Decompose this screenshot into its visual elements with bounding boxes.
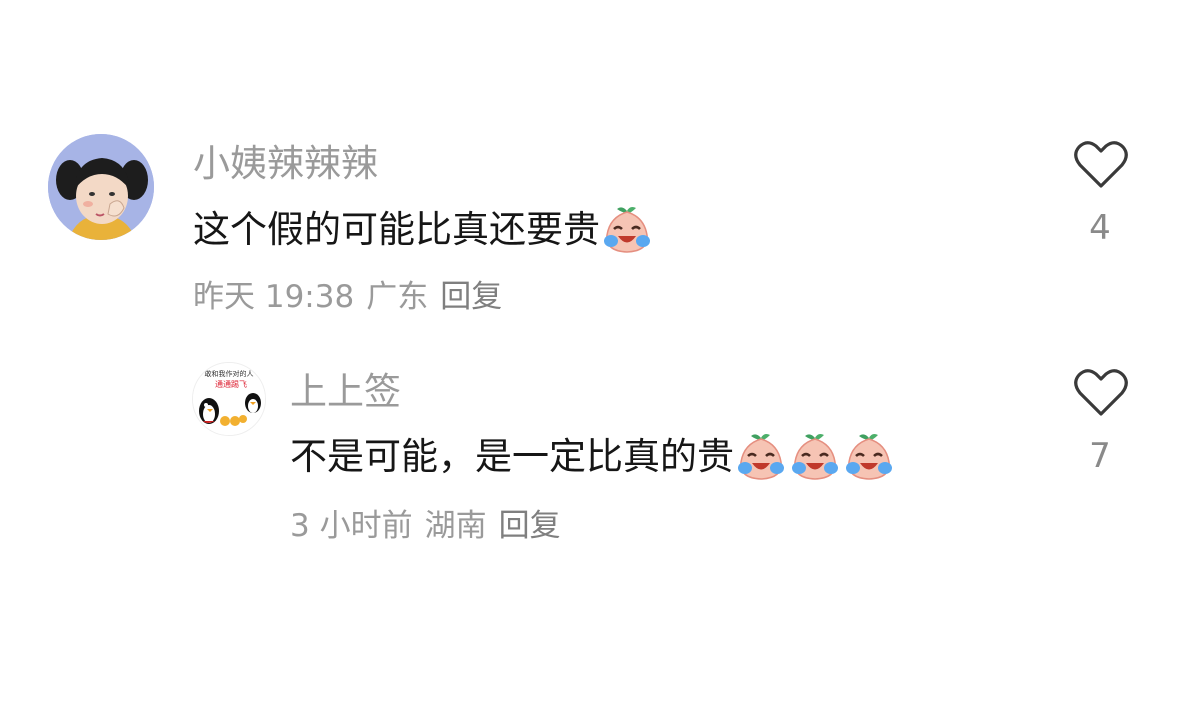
comment-list: 小姨辣辣辣 这个假的可能比真还要贵 昨天 19:38 广东 回复 4 敢和我作对… bbox=[0, 0, 1179, 705]
avatar-caption: 敢和我作对的人 bbox=[205, 369, 254, 378]
reply-item: 敢和我作对的人 通通踢飞 上上签 不是可能，是一定比真的贵 3 小时前 湖南 回… bbox=[0, 0, 1179, 560]
reply-button[interactable]: 回复 bbox=[499, 508, 561, 544]
reply-meta: 3 小时前 湖南 回复 bbox=[290, 506, 573, 546]
reply-text: 不是可能，是一定比真的贵 bbox=[290, 432, 896, 482]
crying-laughing-peach-emoji-icon bbox=[846, 434, 892, 480]
reply-time: 3 小时前 bbox=[290, 508, 413, 544]
crying-laughing-peach-emoji-icon bbox=[792, 434, 838, 480]
crying-laughing-peach-emoji-icon bbox=[738, 434, 784, 480]
like-count: 7 bbox=[1089, 436, 1111, 476]
heart-icon[interactable] bbox=[1073, 368, 1129, 418]
reply-username[interactable]: 上上签 bbox=[290, 370, 401, 414]
reply-text-content: 不是可能，是一定比真的贵 bbox=[290, 435, 734, 478]
penguin-meme-avatar-icon: 敢和我作对的人 通通踢飞 bbox=[193, 363, 265, 435]
avatar[interactable]: 敢和我作对的人 通通踢飞 bbox=[192, 362, 266, 436]
avatar-caption-2: 通通踢飞 bbox=[215, 379, 247, 389]
reply-location: 湖南 bbox=[424, 508, 487, 544]
